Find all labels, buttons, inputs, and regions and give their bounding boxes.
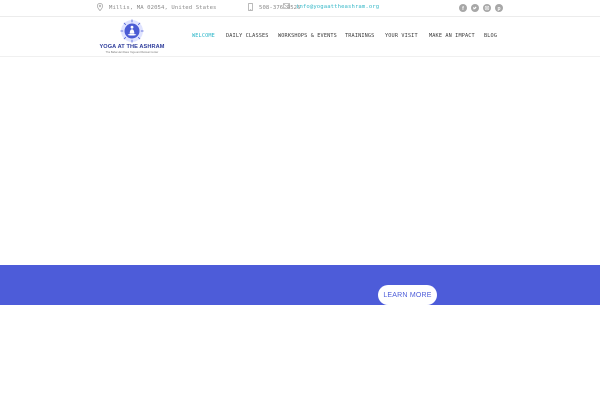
top-info-bar: Millis, MA 02054, United States 508-376-… bbox=[0, 0, 600, 17]
svg-text:p: p bbox=[497, 6, 500, 12]
hero-band: LEARN MORE bbox=[0, 265, 600, 305]
map-pin-icon bbox=[97, 3, 103, 13]
nav-item-workshops-events[interactable]: WORKSHOPS & EVENTS bbox=[278, 33, 337, 39]
nav-item-daily-classes[interactable]: DAILY CLASSES bbox=[226, 33, 269, 39]
pinterest-icon[interactable]: p bbox=[495, 4, 503, 12]
nav-item-trainings[interactable]: TRAININGS bbox=[345, 33, 374, 39]
mobile-phone-icon bbox=[248, 3, 253, 13]
address-text: Millis, MA 02054, United States bbox=[109, 5, 217, 11]
social-icons: f p bbox=[459, 4, 503, 12]
envelope-icon bbox=[283, 3, 290, 11]
site-header: YOGA AT THE ASHRAM The Baba Hari Dass Yo… bbox=[0, 17, 600, 57]
email-link[interactable]: info@yogaattheashram.org bbox=[296, 4, 379, 10]
logo-tagline: The Baba Hari Dass Yoga and Retreat Cent… bbox=[105, 51, 159, 54]
meditating-figure-emblem-icon bbox=[120, 19, 144, 47]
instagram-icon[interactable] bbox=[483, 4, 491, 12]
address-info: Millis, MA 02054, United States bbox=[97, 3, 217, 13]
nav-item-blog[interactable]: BLOG bbox=[484, 33, 497, 39]
logo-name: YOGA AT THE ASHRAM bbox=[99, 44, 165, 50]
facebook-icon[interactable]: f bbox=[459, 4, 467, 12]
site-logo[interactable]: YOGA AT THE ASHRAM The Baba Hari Dass Yo… bbox=[99, 19, 165, 55]
nav-item-welcome[interactable]: WELCOME bbox=[192, 33, 215, 39]
twitter-icon[interactable] bbox=[471, 4, 479, 12]
nav-item-your-visit[interactable]: YOUR VISIT bbox=[385, 33, 418, 39]
learn-more-button[interactable]: LEARN MORE bbox=[378, 285, 437, 305]
nav-item-make-an-impact[interactable]: MAKE AN IMPACT bbox=[429, 33, 475, 39]
svg-text:f: f bbox=[462, 6, 464, 12]
email-info[interactable]: info@yogaattheashram.org bbox=[283, 3, 379, 11]
